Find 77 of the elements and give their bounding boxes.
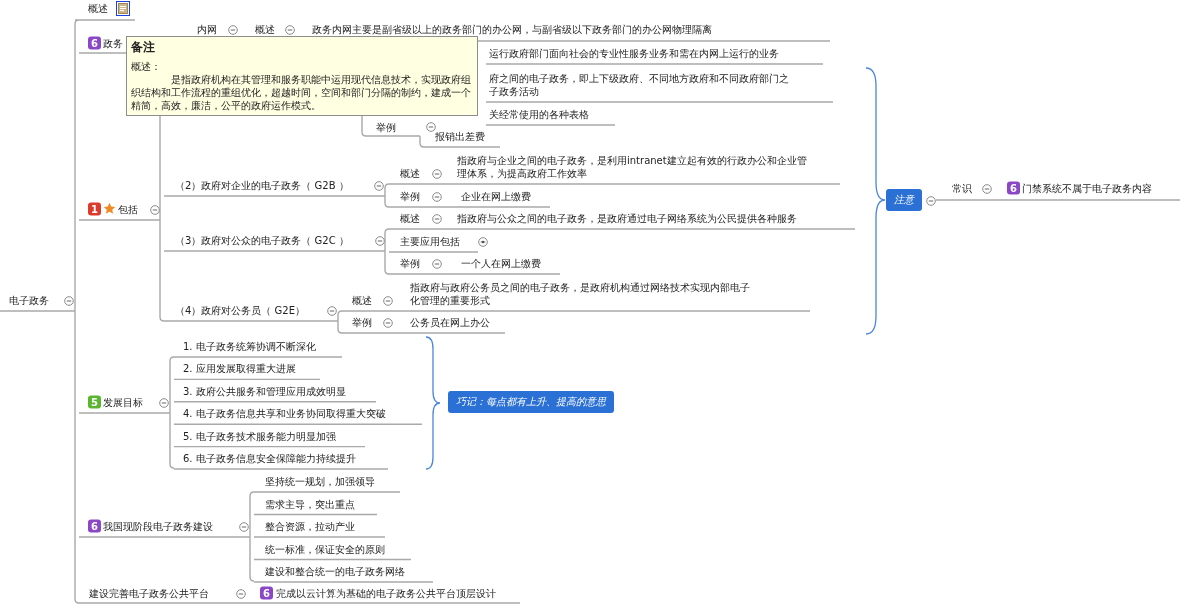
note-icon[interactable]	[116, 1, 130, 16]
topic-label[interactable]: 建设完善电子政务公共平台	[89, 586, 209, 600]
priority-badge: 6	[1007, 181, 1020, 195]
topic-label[interactable]: 需求主导，突出重点	[265, 497, 355, 510]
topic-label[interactable]: 6. 电子政务信息安全保障能力持续提升	[183, 451, 356, 465]
summary-label[interactable]: 巧记：每点都有上升、提高的意思	[448, 391, 614, 413]
popup-text: 是指政府机构在其管理和服务职能中运用现代信息技术，实现政府组织结构和工作流程的重组优化，超越时间，空间和部门分隔的制约，建成一个精简，高效，廉洁，公平的政府运作模式。	[131, 73, 472, 112]
topic-label[interactable]: 常识	[952, 181, 972, 195]
popup-heading: 概述：	[131, 60, 162, 73]
topic-label[interactable]: 举例	[352, 315, 372, 329]
topic-text[interactable]: 一个人在网上缴费	[461, 256, 541, 270]
popup-title: 备注	[131, 39, 156, 56]
topic-text[interactable]: 运行政府部门面向社会的专业性服务业务和需在内网上运行的业务	[489, 46, 779, 60]
topic-label[interactable]: （3）政府对公众的电子政务（ G2C ）	[175, 233, 349, 247]
topic-text[interactable]: 关经常使用的各种表格	[489, 107, 589, 121]
priority-badge: 6	[260, 586, 273, 600]
collapse-icon[interactable]	[375, 236, 385, 246]
collapse-icon[interactable]	[236, 589, 246, 599]
topic-text[interactable]: 完成以云计算为基础的电子政务公共平台顶层设计	[276, 586, 496, 600]
topic-label[interactable]: 举例	[400, 256, 420, 270]
topic-text[interactable]: 政务内网主要是副省级以上的政务部门的办公网，与副省级以下政务部门的办公网物理隔离	[312, 22, 712, 36]
topic-text[interactable]: 公务员在网上办公	[410, 315, 490, 329]
topic-label[interactable]: 3. 政府公共服务和管理应用成效明显	[183, 384, 346, 398]
topic-label[interactable]: 我国现阶段电子政务建设	[103, 519, 213, 533]
collapse-icon[interactable]	[150, 205, 160, 215]
collapse-icon[interactable]	[432, 214, 442, 224]
collapse-icon[interactable]	[383, 296, 393, 306]
topic-label[interactable]: 建设和整合统一的电子政务网络	[265, 564, 405, 578]
expand-icon[interactable]	[478, 237, 488, 247]
topic-label[interactable]: 整合资源，拉动产业	[265, 519, 355, 533]
topic-label[interactable]: 举例	[400, 189, 420, 203]
collapse-icon[interactable]	[432, 192, 442, 202]
collapse-icon[interactable]	[239, 522, 249, 532]
topic-label[interactable]: 概述	[400, 166, 420, 180]
topic-label[interactable]: 5. 电子政务技术服务能力明显加强	[183, 429, 336, 443]
topic-text[interactable]: 指政府与企业之间的电子政务，是利用intranet建立起有效的行政办公和企业管 理体系，为提高政府工作效率	[457, 153, 807, 180]
topic-label[interactable]: 政务	[103, 36, 123, 50]
collapse-icon[interactable]	[228, 25, 238, 35]
topic-label[interactable]: 发展目标	[103, 395, 143, 409]
collapse-icon[interactable]	[327, 306, 337, 316]
topic-label[interactable]: 4. 电子政务信息共享和业务协同取得重大突破	[183, 406, 386, 420]
topic-label[interactable]: 坚持统一规划，加强领导	[265, 474, 375, 488]
collapse-icon[interactable]	[426, 122, 436, 132]
topic-label[interactable]: 主要应用包括	[400, 234, 460, 248]
collapse-icon[interactable]	[982, 184, 992, 194]
topic-label[interactable]: 概述	[400, 211, 420, 225]
summary-label[interactable]: 注意	[886, 189, 922, 211]
topic-label[interactable]: （2）政府对企业的电子政务（ G2B ）	[175, 178, 349, 192]
root-topic[interactable]: 电子政务	[9, 293, 49, 307]
topic-label[interactable]: 内网	[197, 22, 217, 36]
collapse-icon[interactable]	[432, 259, 442, 269]
topic-text[interactable]: 指政府与政府公务员之间的电子政务，是政府机构通过网络技术实现内部电子 化管理的重要形式	[410, 280, 750, 307]
topic-label[interactable]: 概述	[88, 1, 108, 15]
collapse-icon[interactable]	[159, 398, 169, 408]
topic-text[interactable]: 门禁系统不属于电子政务内容	[1022, 181, 1152, 195]
topic-label[interactable]: 概述	[255, 22, 275, 36]
collapse-icon[interactable]	[432, 169, 442, 179]
topic-text[interactable]: 企业在网上缴费	[461, 189, 531, 203]
topic-label[interactable]: 统一标准，保证安全的原则	[265, 542, 385, 555]
topic-label[interactable]: 2. 应用发展取得重大进展	[183, 361, 296, 375]
topic-text[interactable]: 府之间的电子政务，即上下级政府、不同地方政府和不同政府部门之 子政务活动	[489, 71, 789, 98]
collapse-icon[interactable]	[383, 318, 393, 328]
topic-label[interactable]: （4）政府对公务员（ G2E）	[175, 303, 305, 317]
topic-text[interactable]: 报销出差费	[435, 129, 485, 143]
priority-badge: 6	[88, 36, 101, 50]
topic-text[interactable]: 指政府与公众之间的电子政务，是政府通过电子网络系统为公民提供各种服务	[457, 211, 797, 225]
priority-badge: 6	[88, 519, 101, 533]
priority-badge: 1	[88, 202, 101, 216]
topic-label[interactable]: 概述	[352, 293, 372, 307]
priority-badge: 5	[88, 395, 101, 409]
topic-label[interactable]: 举例	[376, 120, 396, 134]
topic-label[interactable]: 包括	[118, 202, 138, 216]
collapse-icon[interactable]	[64, 296, 74, 306]
collapse-icon[interactable]	[926, 196, 936, 206]
collapse-icon[interactable]	[374, 181, 384, 191]
topic-label[interactable]: 1. 电子政务统筹协调不断深化	[183, 339, 316, 353]
collapse-icon[interactable]	[285, 25, 295, 35]
